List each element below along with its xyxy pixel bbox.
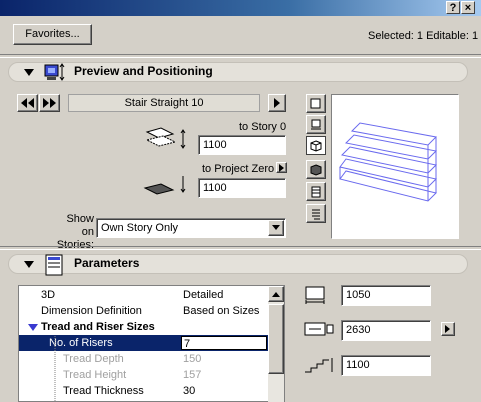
to-story-input[interactable]: 1100 — [198, 135, 286, 155]
list-group-header[interactable]: Tread and Riser Sizes — [19, 319, 269, 335]
parameter-label: Tread Thickness — [63, 385, 144, 397]
parameter-list[interactable]: 3D Detailed Dimension Definition Based o… — [18, 285, 285, 402]
stair-length-input[interactable]: 2630 — [341, 320, 431, 341]
parameter-label: Tread Height — [63, 369, 127, 381]
next-element-button[interactable] — [39, 94, 60, 112]
scroll-up-button[interactable] — [268, 286, 284, 302]
list-item[interactable]: Dimension Definition Based on Sizes — [19, 303, 269, 319]
parameter-list-scrollbar[interactable] — [268, 286, 284, 402]
view-elevation-button[interactable] — [306, 182, 326, 201]
parameter-label: Dimension Definition — [41, 305, 142, 317]
preview-section-title: Preview and Positioning — [74, 64, 213, 78]
scroll-thumb[interactable] — [268, 304, 284, 374]
stair-preview — [331, 94, 459, 239]
stair-width-icon — [305, 286, 325, 304]
list-item[interactable]: 3D Detailed — [19, 287, 269, 303]
stair-width-input[interactable]: 1050 — [341, 285, 431, 306]
parameters-icon — [45, 254, 63, 276]
dropdown-arrow-icon[interactable] — [268, 220, 284, 236]
show-on-stories-select[interactable]: Own Story Only — [96, 218, 286, 238]
first-element-button[interactable] — [17, 94, 38, 112]
parameter-label: Tread Depth — [63, 353, 124, 365]
view-list-button[interactable] — [306, 204, 326, 223]
view-plan-button[interactable] — [306, 94, 326, 113]
elevation-zero-icon — [143, 176, 186, 195]
project-zero-input[interactable]: 1100 — [198, 178, 286, 198]
length-options-button[interactable] — [441, 322, 455, 336]
expand-triangle-icon[interactable] — [27, 323, 39, 332]
divider — [0, 246, 481, 250]
element-menu-button[interactable] — [268, 94, 286, 112]
no-of-risers-input[interactable]: 7 — [181, 336, 267, 350]
parameter-value: 150 — [183, 353, 202, 365]
element-name-display: Stair Straight 10 — [68, 94, 260, 112]
close-button[interactable]: × — [461, 1, 475, 14]
collapse-triangle-icon[interactable] — [24, 261, 34, 268]
reference-menu-button[interactable] — [276, 162, 287, 173]
to-story-label: to Story 0 — [239, 121, 287, 133]
view-shaded-button[interactable] — [306, 160, 326, 179]
stair-length-icon — [304, 322, 334, 336]
parameter-value: 157 — [183, 369, 202, 381]
favorites-button[interactable]: Favorites... — [13, 24, 92, 45]
view-section-button[interactable] — [306, 115, 326, 134]
parameters-section-title: Parameters — [74, 256, 140, 270]
stair-height-icon — [305, 358, 333, 373]
parameter-label: 3D — [41, 289, 56, 301]
view-3d-button[interactable] — [306, 136, 326, 155]
parameter-value: Detailed — [183, 289, 224, 301]
elevation-top-icon — [145, 127, 186, 149]
window-titlebar — [0, 0, 481, 16]
preview-positioning-icon — [44, 63, 65, 81]
help-button[interactable]: ? — [446, 1, 460, 14]
tree-lines — [54, 336, 56, 401]
to-project-zero-label: to Project Zero — [202, 163, 275, 175]
selection-status: Selected: 1 Editable: 1 — [368, 30, 479, 42]
collapse-triangle-icon[interactable] — [24, 69, 34, 76]
divider — [0, 54, 481, 58]
stair-height-input[interactable]: 1100 — [341, 355, 431, 376]
parameter-label: Tread and Riser Sizes — [41, 321, 155, 333]
show-on-stories-value: Own Story Only — [101, 222, 179, 234]
parameter-value: Based on Sizes — [183, 305, 260, 317]
parameter-value: 30 — [183, 385, 196, 397]
stair-3d-preview-image — [339, 122, 438, 202]
